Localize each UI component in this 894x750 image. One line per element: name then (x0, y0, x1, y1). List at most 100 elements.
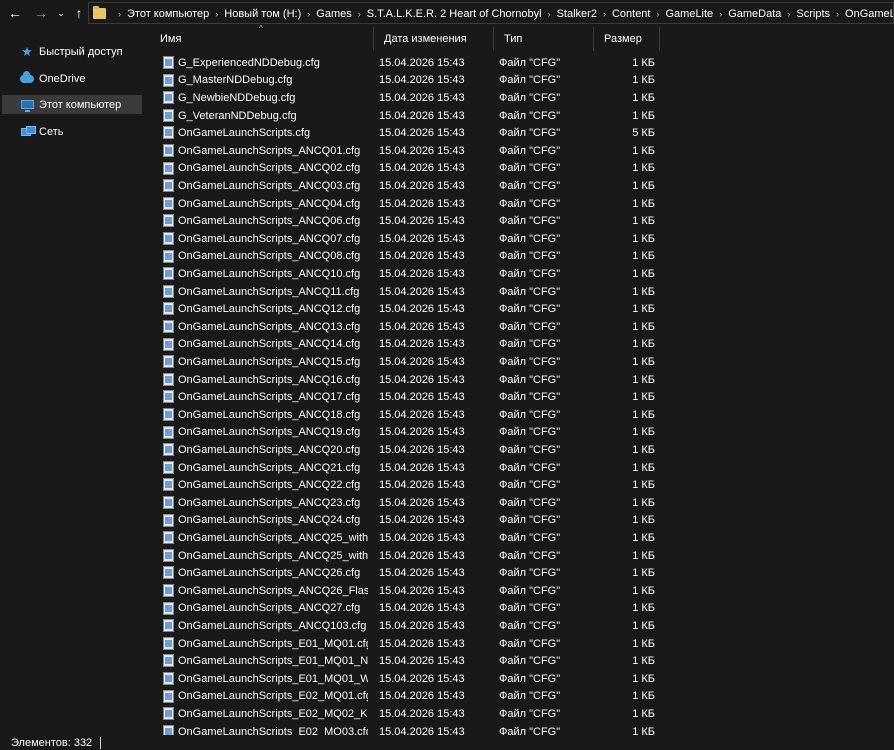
breadcrumb-item[interactable]: Новый том (H:) (224, 8, 301, 20)
file-row[interactable]: OnGameLaunchScripts_ANCQ24.cfg 15.04.2026… (160, 512, 660, 530)
breadcrumb-item[interactable]: Stalker2 (557, 8, 597, 20)
column-header-type[interactable]: Тип (494, 27, 594, 51)
breadcrumb-item[interactable]: Этот компьютер (127, 8, 209, 20)
chevron-right-icon[interactable]: › (787, 9, 790, 19)
file-row[interactable]: OnGameLaunchScripts_ANCQ26_FlashDr... 15.… (160, 582, 660, 600)
column-header-size[interactable]: Размер (594, 27, 660, 51)
address-bar[interactable]: › Этот компьютер › Новый том (H:) › Games › S.T… (88, 2, 894, 24)
file-type: Файл "CFG" (499, 426, 561, 439)
file-row[interactable]: OnGameLaunchScripts_ANCQ14.cfg 15.04.2026… (160, 336, 660, 354)
file-row[interactable]: OnGameLaunchScripts_ANCQ25_withou... 15.0… (160, 547, 660, 565)
breadcrumb-item[interactable]: OnGameLaunch (845, 8, 893, 20)
forward-arrow-icon[interactable]: → (30, 3, 52, 23)
file-type: Файл "CFG" (499, 531, 561, 544)
file-size: 1 КБ (632, 338, 655, 351)
chevron-right-icon[interactable]: › (118, 9, 121, 19)
cfg-file-icon (163, 619, 174, 633)
breadcrumb-item[interactable]: Games (316, 8, 351, 20)
file-row[interactable]: OnGameLaunchScripts.cfg 15.04.2026 15:43 Ф… (160, 124, 660, 142)
file-size: 1 КБ (632, 514, 655, 527)
chevron-right-icon[interactable]: › (548, 9, 551, 19)
file-row[interactable]: OnGameLaunchScripts_ANCQ23.cfg 15.04.2026… (160, 494, 660, 512)
file-row[interactable]: OnGameLaunchScripts_ANCQ18.cfg 15.04.2026… (160, 406, 660, 424)
file-size: 1 КБ (632, 619, 655, 632)
file-row[interactable]: OnGameLaunchScripts_ANCQ11.cfg 15.04.2026… (160, 283, 660, 301)
file-row[interactable]: OnGameLaunchScripts_ANCQ07.cfg 15.04.2026… (160, 230, 660, 248)
file-name: OnGameLaunchScripts_ANCQ03.cfg (178, 179, 361, 192)
file-row[interactable]: OnGameLaunchScripts_ANCQ02.cfg 15.04.2026… (160, 160, 660, 178)
file-row[interactable]: G_MasterNDDebug.cfg 15.04.2026 15:43 Файл … (160, 72, 660, 90)
chevron-right-icon[interactable]: › (836, 9, 839, 19)
chevron-right-icon[interactable]: › (215, 9, 218, 19)
file-date: 15.04.2026 15:43 (379, 391, 465, 404)
file-row[interactable]: OnGameLaunchScripts_E01_MQ01_NoInt... 15.… (160, 652, 660, 670)
file-size: 1 КБ (632, 320, 655, 333)
file-row[interactable]: OnGameLaunchScripts_ANCQ22.cfg 15.04.2026… (160, 476, 660, 494)
cfg-file-icon (163, 91, 174, 105)
chevron-right-icon[interactable]: › (358, 9, 361, 19)
file-name: OnGameLaunchScripts_ANCQ06.cfg (178, 215, 361, 228)
file-row[interactable]: OnGameLaunchScripts_ANCQ103.cfg 15.04.202… (160, 617, 660, 635)
file-name: OnGameLaunchScripts_ANCQ07.cfg (178, 232, 361, 245)
status-bar: Элементов: 332 (0, 735, 894, 750)
file-row[interactable]: G_VeteranNDDebug.cfg 15.04.2026 15:43 Файл… (160, 107, 660, 125)
breadcrumb-item[interactable]: S.T.A.L.K.E.R. 2 Heart of Chornobyl (367, 8, 542, 20)
file-size: 1 КБ (632, 584, 655, 597)
file-row[interactable]: OnGameLaunchScripts_ANCQ06.cfg 15.04.2026… (160, 212, 660, 230)
file-type: Файл "CFG" (499, 655, 561, 668)
file-name: OnGameLaunchScripts_ANCQ13.cfg (178, 320, 361, 333)
file-row[interactable]: OnGameLaunchScripts_ANCQ13.cfg 15.04.2026… (160, 318, 660, 336)
file-row[interactable]: G_ExperiencedNDDebug.cfg 15.04.2026 15:43… (160, 54, 660, 72)
file-row[interactable]: OnGameLaunchScripts_E02_MQ03.cfg 15.04.20… (160, 723, 660, 735)
sort-up-icon: ^ (259, 24, 263, 33)
back-arrow-icon[interactable]: ← (4, 3, 26, 23)
file-name: OnGameLaunchScripts_ANCQ08.cfg (178, 250, 361, 263)
cfg-file-icon (163, 584, 174, 597)
column-header-name[interactable]: Имя ^ (150, 24, 374, 51)
breadcrumb-item[interactable]: Content (612, 8, 651, 20)
item-count: Элементов: 332 (11, 736, 93, 749)
sidebar-item-this-pc[interactable]: Этот компьютер (2, 95, 142, 114)
chevron-right-icon[interactable]: › (656, 9, 659, 19)
breadcrumb-item[interactable]: GameData (728, 8, 781, 20)
file-type: Файл "CFG" (499, 56, 561, 69)
file-row[interactable]: OnGameLaunchScripts_ANCQ01.cfg 15.04.2026… (160, 142, 660, 160)
file-row[interactable]: OnGameLaunchScripts_ANCQ26.cfg 15.04.2026… (160, 564, 660, 582)
file-row[interactable]: OnGameLaunchScripts_E02_MQ02_Koso... 15.0… (160, 705, 660, 723)
file-row[interactable]: OnGameLaunchScripts_ANCQ04.cfg 15.04.2026… (160, 195, 660, 213)
file-name: OnGameLaunchScripts_ANCQ25_withKe... (178, 531, 368, 544)
file-row[interactable]: OnGameLaunchScripts_E01_MQ01.cfg 15.04.20… (160, 635, 660, 653)
breadcrumb-item[interactable]: Scripts (796, 8, 830, 20)
chevron-right-icon[interactable]: › (603, 9, 606, 19)
sidebar-item-network[interactable]: Сеть (2, 122, 142, 141)
cfg-file-icon (163, 179, 174, 193)
file-row[interactable]: OnGameLaunchScripts_ANCQ25_withKe... 15.0… (160, 529, 660, 547)
file-row[interactable]: OnGameLaunchScripts_ANCQ12.cfg 15.04.2026… (160, 300, 660, 318)
chevron-right-icon[interactable]: › (719, 9, 722, 19)
file-type: Файл "CFG" (499, 584, 561, 597)
file-date: 15.04.2026 15:43 (379, 215, 465, 228)
file-name: G_VeteranNDDebug.cfg (178, 109, 297, 122)
recent-locations-chevron-icon[interactable]: ⌄ (54, 3, 68, 23)
file-row[interactable]: OnGameLaunchScripts_ANCQ19.cfg 15.04.2026… (160, 424, 660, 442)
file-date: 15.04.2026 15:43 (379, 549, 465, 562)
file-row[interactable]: OnGameLaunchScripts_ANCQ08.cfg 15.04.2026… (160, 248, 660, 266)
file-row[interactable]: OnGameLaunchScripts_ANCQ17.cfg 15.04.2026… (160, 388, 660, 406)
file-row[interactable]: OnGameLaunchScripts_ANCQ03.cfg 15.04.2026… (160, 177, 660, 195)
sidebar-item-quick-access[interactable]: ★ Быстрый доступ (2, 42, 142, 61)
sidebar-item-onedrive[interactable]: OneDrive (2, 69, 142, 88)
breadcrumb-item[interactable]: GameLite (665, 8, 713, 20)
up-arrow-icon[interactable]: ↑ (70, 3, 88, 23)
file-row[interactable]: OnGameLaunchScripts_ANCQ15.cfg 15.04.2026… (160, 353, 660, 371)
column-header-date[interactable]: Дата изменения (374, 27, 494, 51)
file-row[interactable]: OnGameLaunchScripts_ANCQ20.cfg 15.04.2026… (160, 441, 660, 459)
file-row[interactable]: OnGameLaunchScripts_ANCQ16.cfg 15.04.2026… (160, 371, 660, 389)
file-name: OnGameLaunchScripts_ANCQ11.cfg (178, 285, 360, 298)
file-row[interactable]: G_NewbieNDDebug.cfg 15.04.2026 15:43 Файл … (160, 89, 660, 107)
file-row[interactable]: OnGameLaunchScripts_ANCQ10.cfg 15.04.2026… (160, 265, 660, 283)
file-row[interactable]: OnGameLaunchScripts_E01_MQ01_WithI... 15.… (160, 670, 660, 688)
file-row[interactable]: OnGameLaunchScripts_ANCQ27.cfg 15.04.2026… (160, 600, 660, 618)
chevron-right-icon[interactable]: › (307, 9, 310, 19)
file-row[interactable]: OnGameLaunchScripts_E02_MQ01.cfg 15.04.20… (160, 688, 660, 706)
file-row[interactable]: OnGameLaunchScripts_ANCQ21.cfg 15.04.2026… (160, 459, 660, 477)
